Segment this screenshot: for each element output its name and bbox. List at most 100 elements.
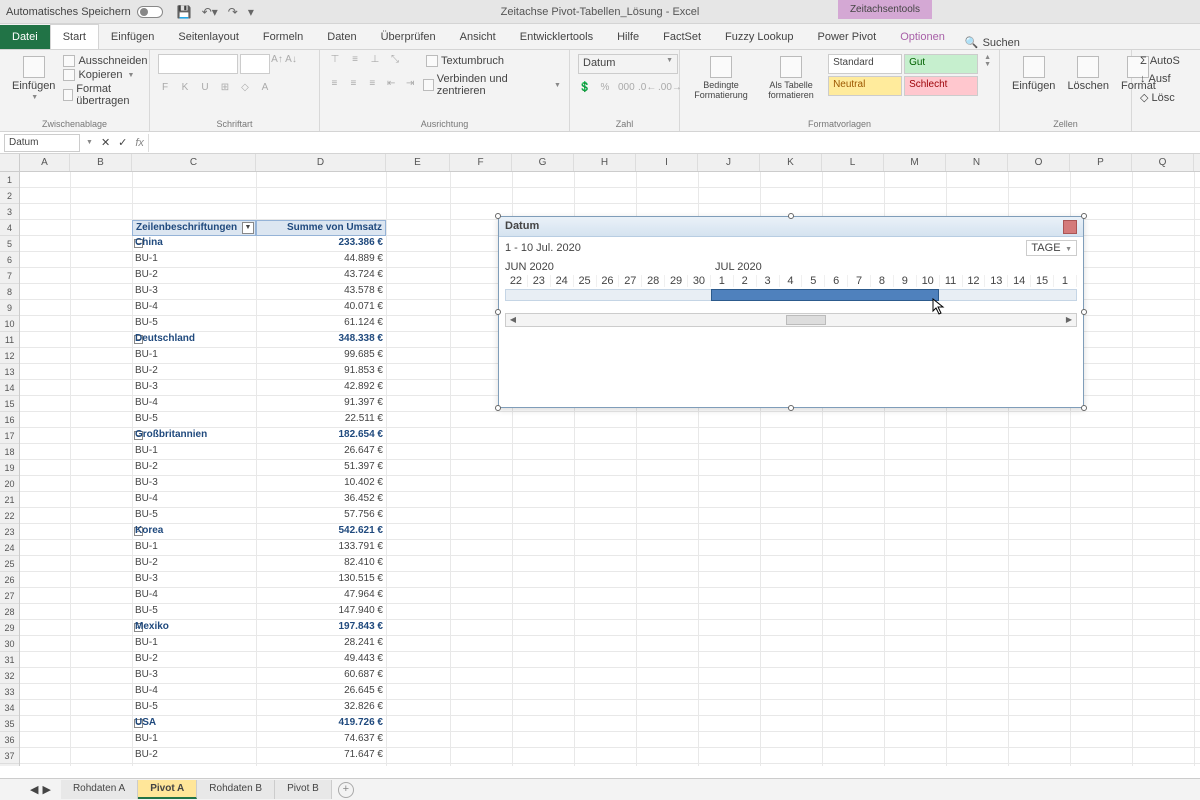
row-header[interactable]: 4 [0,220,19,236]
pivot-value[interactable]: 57.756 € [256,508,386,524]
pivot-value[interactable]: 10.402 € [256,476,386,492]
timeline-day[interactable]: 23 [528,275,551,287]
wrap-text-button[interactable]: Textumbruch [426,54,504,68]
pivot-value[interactable]: 36.452 € [256,492,386,508]
row-header[interactable]: 2 [0,188,19,204]
pivot-item[interactable]: BU-2 [132,268,256,284]
pivot-item[interactable]: BU-3 [132,572,256,588]
sheet-tab[interactable]: Pivot B [275,780,332,799]
row-header[interactable]: 35 [0,716,19,732]
row-header[interactable]: 36 [0,732,19,748]
pivot-value[interactable]: 91.397 € [256,396,386,412]
pivot-item[interactable]: BU-5 [132,412,256,428]
row-header[interactable]: 15 [0,396,19,412]
pivot-value[interactable]: 91.853 € [256,364,386,380]
timeline-level-select[interactable]: TAGE ▼ [1026,240,1077,256]
pivot-value[interactable]: 43.578 € [256,284,386,300]
row-header[interactable]: 31 [0,652,19,668]
pivot-value-header[interactable]: Summe von Umsatz [256,220,386,236]
bold-button[interactable]: F [158,82,172,96]
style-neutral[interactable]: Neutral [828,76,902,96]
pivot-filter-dropdown[interactable]: ▼ [242,222,254,234]
resize-handle-w[interactable] [495,309,501,315]
timeline-day[interactable]: 24 [551,275,574,287]
pivot-value[interactable]: 93.007 € [256,764,386,766]
pivot-group[interactable]: China [132,236,256,252]
row-header[interactable]: 22 [0,508,19,524]
timeline-days[interactable]: 2223242526272829301234567891011121314151 [499,275,1083,287]
timeline-day[interactable]: 12 [963,275,986,287]
col-header[interactable]: J [698,154,760,171]
row-header[interactable]: 19 [0,460,19,476]
pivot-item[interactable]: BU-1 [132,732,256,748]
row-header[interactable]: 33 [0,684,19,700]
pivot-value[interactable]: 49.443 € [256,652,386,668]
row-header[interactable]: 8 [0,284,19,300]
col-header[interactable]: F [450,154,512,171]
search-box[interactable]: 🔍 Suchen [965,36,1020,49]
scroll-left-icon[interactable]: ◀ [508,315,518,325]
thousands-icon[interactable]: 000 [618,82,632,96]
timeline-track[interactable] [505,289,1077,301]
pivot-group[interactable]: Großbritannien [132,428,256,444]
paste-button[interactable]: Einfügen▼ [8,54,59,103]
scrollbar-thumb[interactable] [786,315,826,325]
undo-icon[interactable]: ↶▾ [202,5,218,19]
style-good[interactable]: Gut [904,54,978,74]
align-right-icon[interactable]: ≡ [366,78,379,92]
timeline-day[interactable]: 2 [734,275,757,287]
pivot-item[interactable]: BU-3 [132,764,256,766]
pivot-item[interactable]: BU-5 [132,316,256,332]
pivot-item[interactable]: BU-5 [132,508,256,524]
tab-ansicht[interactable]: Ansicht [448,25,508,49]
sheet-next-icon[interactable]: ▶ [42,783,50,796]
number-format-select[interactable]: Datum▼ [578,54,678,74]
currency-icon[interactable]: 💲 [578,82,592,96]
new-sheet-button[interactable]: + [338,782,354,798]
underline-button[interactable]: U [198,82,212,96]
tab-fuzzy lookup[interactable]: Fuzzy Lookup [713,25,805,49]
pivot-item[interactable]: BU-1 [132,636,256,652]
row-header[interactable]: 30 [0,636,19,652]
pivot-group-total[interactable]: 348.338 € [256,332,386,348]
col-header[interactable]: N [946,154,1008,171]
pivot-value[interactable]: 60.687 € [256,668,386,684]
pivot-value[interactable]: 82.410 € [256,556,386,572]
row-header[interactable]: 21 [0,492,19,508]
align-top-icon[interactable]: ⊤ [328,54,342,68]
percent-icon[interactable]: % [598,82,612,96]
col-header[interactable]: L [822,154,884,171]
qat-customize-icon[interactable]: ▾ [248,5,254,19]
pivot-item[interactable]: BU-2 [132,364,256,380]
pivot-item[interactable]: BU-1 [132,252,256,268]
save-icon[interactable]: 💾 [177,5,192,19]
col-header[interactable]: E [386,154,450,171]
timeline-day[interactable]: 4 [780,275,803,287]
col-header[interactable]: I [636,154,698,171]
pivot-group[interactable]: Korea [132,524,256,540]
pivot-value[interactable]: 47.964 € [256,588,386,604]
row-header[interactable]: 5 [0,236,19,252]
timeline-day[interactable]: 15 [1031,275,1054,287]
pivot-item[interactable]: BU-1 [132,444,256,460]
timeline-day[interactable]: 3 [757,275,780,287]
row-header[interactable]: 12 [0,348,19,364]
timeline-scrollbar[interactable]: ◀ ▶ [505,313,1077,327]
row-header[interactable]: 3 [0,204,19,220]
delete-cells-button[interactable]: Löschen [1063,54,1113,94]
row-header[interactable]: 34 [0,700,19,716]
col-header[interactable]: H [574,154,636,171]
pivot-group-total[interactable]: 233.386 € [256,236,386,252]
row-header[interactable]: 38 [0,764,19,766]
tab-start[interactable]: Start [50,24,99,49]
row-header[interactable]: 14 [0,380,19,396]
tab-überprüfen[interactable]: Überprüfen [369,25,448,49]
pivot-item[interactable]: BU-5 [132,604,256,620]
resize-handle-ne[interactable] [1081,213,1087,219]
timeline-day[interactable]: 22 [505,275,528,287]
pivot-value[interactable]: 71.647 € [256,748,386,764]
align-bottom-icon[interactable]: ⊥ [368,54,382,68]
col-header[interactable]: K [760,154,822,171]
col-header[interactable]: P [1070,154,1132,171]
font-color-button[interactable]: A [258,82,272,96]
